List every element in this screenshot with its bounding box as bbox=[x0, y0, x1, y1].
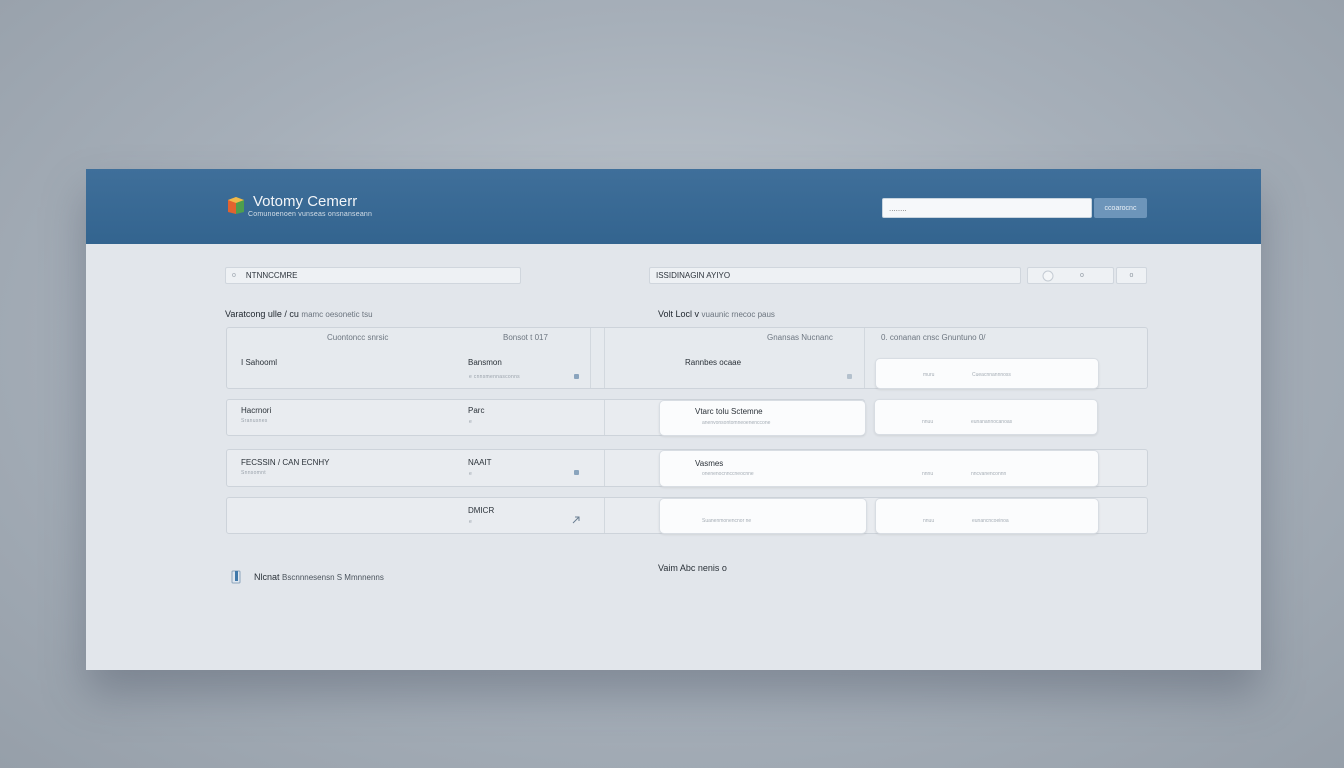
search-button[interactable]: ccoarocnc bbox=[1094, 198, 1147, 218]
table-row[interactable]: DMICR e Suanenmonencnor ne nnuu eunancnc… bbox=[226, 497, 1148, 534]
toggle-knob-icon bbox=[1042, 270, 1054, 282]
footer-status: Nlcnat Bscnnnesensn S Mmnnenns bbox=[254, 572, 384, 582]
filter-dropdown-middle[interactable]: ISSIDINAGIN AYIYO bbox=[649, 267, 1021, 284]
row-category: NAAIT bbox=[468, 458, 492, 467]
row-title: I Sahooml bbox=[241, 358, 278, 367]
column-divider bbox=[604, 450, 605, 486]
header-bar: Votomy Cemerr Comunoenoen vunseas onsnan… bbox=[86, 169, 1261, 244]
card-line: nnuu bbox=[923, 518, 935, 524]
row-category-sub: e cnnsmennasconns bbox=[469, 374, 520, 380]
card-line: nnuu bbox=[922, 419, 934, 425]
row-category-sub: e bbox=[469, 471, 473, 477]
row-detail: Rannbes ocaae bbox=[685, 358, 742, 367]
column-divider bbox=[604, 400, 605, 435]
section-left-title: Varatcong ulle / cu bbox=[225, 309, 299, 319]
column-header: Gnansas Nucnanc bbox=[767, 333, 833, 342]
table-row[interactable]: Cuontoncc snrsic Bonsot t 017 Gnansas Nu… bbox=[226, 327, 1148, 389]
section-title-right: Volt Locl v vuaunic rnecoc paus bbox=[658, 309, 775, 319]
filter-right-value: o bbox=[1080, 272, 1084, 279]
status-dot-icon bbox=[574, 374, 579, 379]
data-table: Cuontoncc snrsic Bonsot t 017 Gnansas Nu… bbox=[226, 327, 1148, 535]
row-detail: Vtarc tolu Sctemne bbox=[695, 407, 763, 416]
card-line: nnnu bbox=[922, 471, 934, 477]
row-card[interactable]: Suanenmonencnor ne bbox=[659, 498, 867, 534]
row-category-sub: e bbox=[469, 419, 473, 425]
document-icon bbox=[231, 570, 241, 584]
section-right-title: Volt Locl v bbox=[658, 309, 700, 319]
filter-badge-value: o bbox=[1129, 272, 1134, 279]
status-dot-icon bbox=[574, 470, 579, 475]
card-line: Cueacnnannnoss bbox=[972, 372, 1011, 378]
row-detail-sub: anenvonsontomneoenenccone bbox=[702, 420, 771, 426]
column-header: Cuontoncc snrsic bbox=[327, 333, 389, 342]
row-title-sub: Sranusnes bbox=[241, 418, 268, 424]
row-detail-sub: Suanenmonencnor ne bbox=[702, 518, 752, 524]
row-title-sub: Snnsomnt bbox=[241, 470, 266, 476]
section-left-meta: mamc oesonetic tsu bbox=[301, 310, 373, 319]
app-subtitle: Comunoenoen vunseas onsnanseann bbox=[248, 211, 373, 218]
row-category: Bansmon bbox=[468, 358, 502, 367]
column-divider bbox=[864, 328, 865, 388]
row-card[interactable]: muru Cueacnnannnoss bbox=[875, 358, 1099, 389]
filter-badge[interactable]: o bbox=[1116, 267, 1147, 284]
row-card[interactable]: nnuu eunancncoeinoa bbox=[875, 498, 1099, 534]
column-divider bbox=[604, 498, 605, 533]
card-line: nncvanenconnn bbox=[971, 471, 1007, 477]
filter-left-prefix: o bbox=[232, 272, 236, 279]
column-header: 0. conanan cnsc Gnuntuno 0/ bbox=[881, 333, 986, 342]
row-category: DMICR bbox=[468, 506, 495, 515]
table-row[interactable]: FECSSIN / CAN ECNHY Snnsomnt NAAIT e Vas… bbox=[226, 449, 1148, 487]
search-input[interactable] bbox=[882, 198, 1092, 218]
expand-arrow-icon[interactable] bbox=[572, 516, 580, 524]
row-card[interactable]: nnuu eunanannocanoas bbox=[874, 399, 1098, 435]
card-line: eunancncoeinoa bbox=[972, 518, 1009, 524]
row-category: Parc bbox=[468, 406, 485, 415]
row-category-sub: e bbox=[469, 519, 473, 525]
card-line: muru bbox=[923, 372, 935, 378]
row-card[interactable]: Vasmes onenenocnnccneocnne nnnu nncvanen… bbox=[659, 450, 1099, 487]
column-divider bbox=[590, 328, 591, 388]
filter-dropdown-left[interactable]: o NTNNCCMRE bbox=[225, 267, 521, 284]
app-logo-icon bbox=[228, 197, 244, 214]
main-window: Votomy Cemerr Comunoenoen vunseas onsnan… bbox=[86, 169, 1261, 670]
filter-left-label: NTNNCCMRE bbox=[245, 271, 298, 280]
row-card[interactable]: Vtarc tolu Sctemne anenvonsontomneoenenc… bbox=[659, 400, 866, 436]
column-divider bbox=[604, 328, 605, 388]
row-title: FECSSIN / CAN ECNHY bbox=[241, 458, 330, 467]
table-row[interactable]: Hacrnori Sranusnes Parc e Vtarc tolu Sct… bbox=[226, 399, 866, 436]
card-line: eunanannocanoas bbox=[971, 419, 1013, 425]
filter-middle-label: ISSIDINAGIN AYIYO bbox=[656, 271, 731, 280]
row-detail-sub: onenenocnnccneocnne bbox=[702, 471, 754, 477]
section-right-meta: vuaunic rnecoc paus bbox=[701, 310, 775, 319]
row-title: Hacrnori bbox=[241, 406, 272, 415]
status-dot-icon bbox=[847, 374, 852, 379]
footer-status-text: Bscnnnesensn S Mmnnenns bbox=[282, 573, 384, 582]
footer-status-label: Nlcnat bbox=[254, 572, 280, 582]
section-title-left: Varatcong ulle / cu mamc oesonetic tsu bbox=[225, 309, 373, 319]
footer-center-text: Vaim Abc nenis o bbox=[658, 563, 727, 573]
row-detail: Vasmes bbox=[695, 459, 724, 468]
app-title: Votomy Cemerr bbox=[253, 193, 358, 210]
column-header: Bonsot t 017 bbox=[503, 333, 548, 342]
filter-stepper[interactable]: o bbox=[1027, 267, 1114, 284]
